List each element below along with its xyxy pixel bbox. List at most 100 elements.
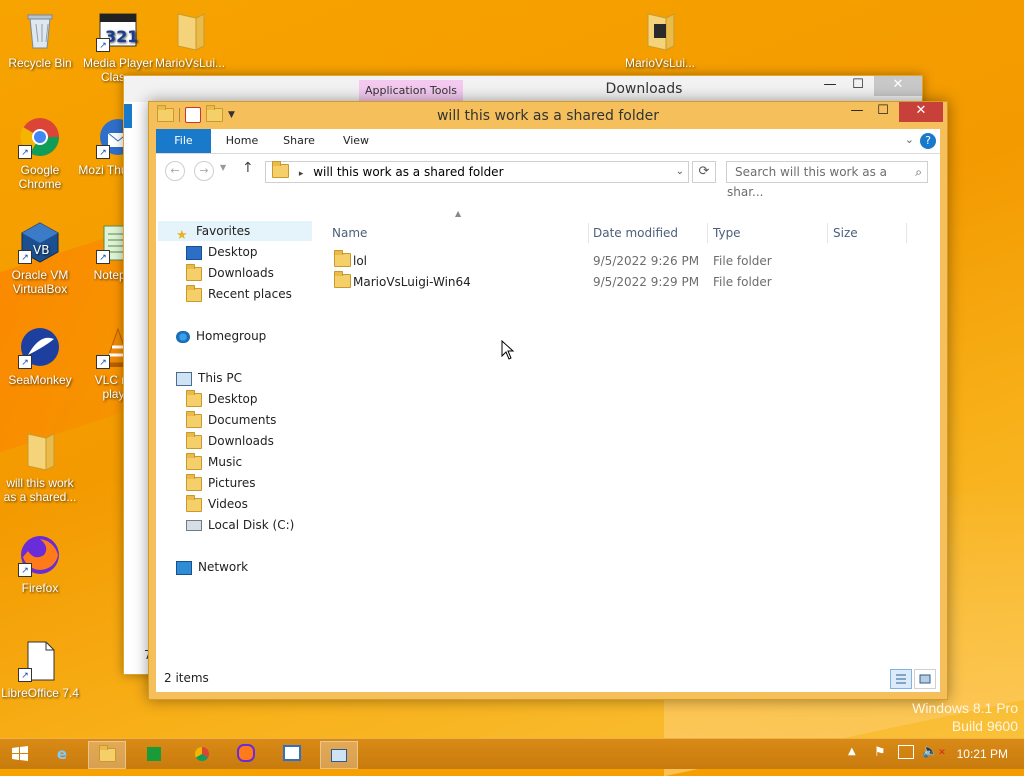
table-row[interactable]: lol 9/5/2022 9:26 PM File folder [326,250,940,272]
desktop-icon-virtualbox[interactable]: VB ↗ Oracle VM VirtualBox [0,220,80,296]
table-row[interactable]: MarioVsLuigi-Win64 9/5/2022 9:29 PM File… [326,271,940,293]
refresh-button[interactable]: ⟳ [692,161,716,183]
nav-this-pc[interactable]: This PC [176,368,242,388]
nav-pc-local-disk[interactable]: Local Disk (C:) [186,515,294,535]
close-button[interactable]: ✕ [874,76,922,96]
desktop-icon-label: MarioVsLui... [624,56,696,70]
tab-share[interactable]: Share [274,129,324,153]
maximize-button[interactable]: ☐ [869,102,897,122]
recent-locations-icon[interactable]: ▼ [220,163,226,172]
store-icon [147,747,161,761]
up-button[interactable]: ↑ [242,160,254,176]
downloads-window-title: Downloads [605,81,683,97]
maximize-button[interactable]: ☐ [844,76,872,96]
breadcrumb-chevron-icon[interactable]: ▸ [299,169,304,179]
taskbar-firefox[interactable] [228,741,264,767]
nav-fav-downloads[interactable]: Downloads [186,263,274,283]
ribbon-tabs: File Home Share View ⌄ ? [156,129,940,154]
search-icon[interactable]: ⌕ [915,162,922,182]
large-icons-view-button[interactable] [914,669,936,689]
desktop-icon-mariovsluigi[interactable]: MarioVsLui... [150,8,230,70]
column-header-name[interactable]: Name [332,221,367,245]
breadcrumb-current[interactable]: will this work as a shared folder [313,165,503,179]
tab-file[interactable]: File [156,129,211,153]
desktop-icon-libreoffice[interactable]: ↗ LibreOffice 7.4 [0,638,80,700]
help-icon[interactable]: ? [920,133,936,149]
row-folder-icon [334,250,351,272]
nav-pc-music[interactable]: Music [186,452,242,472]
close-button[interactable]: ✕ [899,102,943,122]
tab-home[interactable]: Home [218,129,266,153]
search-input[interactable]: Search will this work as a shar... ⌕ [726,161,928,199]
forward-button[interactable]: → [194,161,214,181]
shortcut-arrow-icon: ↗ [96,38,110,52]
desktop-icon-label: LibreOffice 7.4 [1,686,79,700]
shortcut-arrow-icon: ↗ [18,145,32,159]
minimize-button[interactable]: — [816,76,844,96]
desktop-icon-recycle-bin[interactable]: Recycle Bin [0,8,80,70]
downloads-titlebar[interactable]: Application Tools Downloads — ☐ ✕ [124,76,922,102]
nav-pc-videos[interactable]: Videos [186,494,248,514]
libreoffice-icon: ↗ [18,638,62,682]
shortcut-arrow-icon: ↗ [18,250,32,264]
desktop-icon-seamonkey[interactable]: ↗ SeaMonkey [0,325,80,387]
column-divider[interactable] [588,223,589,243]
show-hidden-icons-icon[interactable]: ▲ [848,746,856,757]
explorer-window[interactable]: ▼ will this work as a shared folder — ☐ … [148,101,948,700]
windows-logo-icon [12,746,28,761]
nav-pc-documents[interactable]: Documents [186,410,276,430]
nav-fav-desktop[interactable]: Desktop [186,242,258,262]
address-dropdown-icon[interactable]: ⌄ [676,162,684,182]
explorer-titlebar[interactable]: ▼ will this work as a shared folder — ☐ … [149,102,947,129]
shortcut-arrow-icon: ↗ [96,355,110,369]
chrome-icon [195,747,209,761]
network-status-icon[interactable] [898,745,914,759]
nav-pc-desktop[interactable]: Desktop [186,389,258,409]
application-tools-tab[interactable]: Application Tools [359,80,463,102]
desktop-icon-mariovsluigi-shortcut[interactable]: MarioVsLui... [620,8,700,70]
taskbar-store[interactable] [136,741,172,767]
nav-pc-pictures[interactable]: Pictures [186,473,256,493]
desktop-icon-chrome[interactable]: ↗ Google Chrome [0,115,80,191]
column-divider[interactable] [906,223,907,243]
downloads-folder-icon [186,263,202,281]
start-button[interactable] [2,741,38,767]
nav-favorites[interactable]: ★ Favorites [176,221,250,243]
system-clock[interactable]: 10:21 PM [957,739,1008,769]
taskbar-file-explorer[interactable] [88,741,126,769]
nav-network[interactable]: Network [176,557,248,577]
tab-view[interactable]: View [332,129,380,153]
back-button[interactable]: ← [165,161,185,181]
row-name[interactable]: lol [353,251,367,272]
column-divider[interactable] [827,223,828,243]
column-header-date-modified[interactable]: Date modified [593,221,678,245]
action-center-flag-icon[interactable]: ⚑ [874,745,886,760]
address-row: ← → ▼ ↑ ▸ will this work as a shared fol… [156,154,940,199]
taskbar: e ▲ ⚑ 🔈✕ 10:21 PM [0,738,1024,769]
row-type: File folder [713,254,772,268]
desktop-folder-icon [186,389,202,407]
media-player-classic-icon: 321 ↗ [96,8,140,52]
desktop-icon-media-player[interactable]: 321 ↗ Media Player Clas... [78,8,158,84]
minimize-button[interactable]: — [843,102,871,122]
column-header-size[interactable]: Size [833,221,858,245]
row-type: File folder [713,275,772,289]
taskbar-internet-explorer[interactable]: e [44,741,80,767]
taskbar-thunderbird[interactable] [274,741,310,767]
expand-ribbon-icon[interactable]: ⌄ [905,133,914,146]
window-title: will this work as a shared folder [436,108,660,124]
details-view-button[interactable] [890,669,912,689]
nav-fav-recent-places[interactable]: Recent places [186,284,292,304]
address-bar[interactable]: ▸ will this work as a shared folder ⌄ [265,161,689,183]
desktop-icon-firefox[interactable]: ↗ Firefox [0,533,80,595]
column-divider[interactable] [707,223,708,243]
search-placeholder: Search will this work as a shar... [727,165,888,199]
volume-muted-icon[interactable]: 🔈✕ [922,744,946,759]
taskbar-chrome[interactable] [184,741,220,767]
column-header-type[interactable]: Type [713,221,741,245]
row-name[interactable]: MarioVsLuigi-Win64 [353,272,471,293]
nav-pc-downloads[interactable]: Downloads [186,431,274,451]
nav-homegroup[interactable]: Homegroup [176,326,266,346]
desktop-icon-shared-folder[interactable]: will this work as a shared... [0,428,80,504]
taskbar-network-app[interactable] [320,741,358,769]
